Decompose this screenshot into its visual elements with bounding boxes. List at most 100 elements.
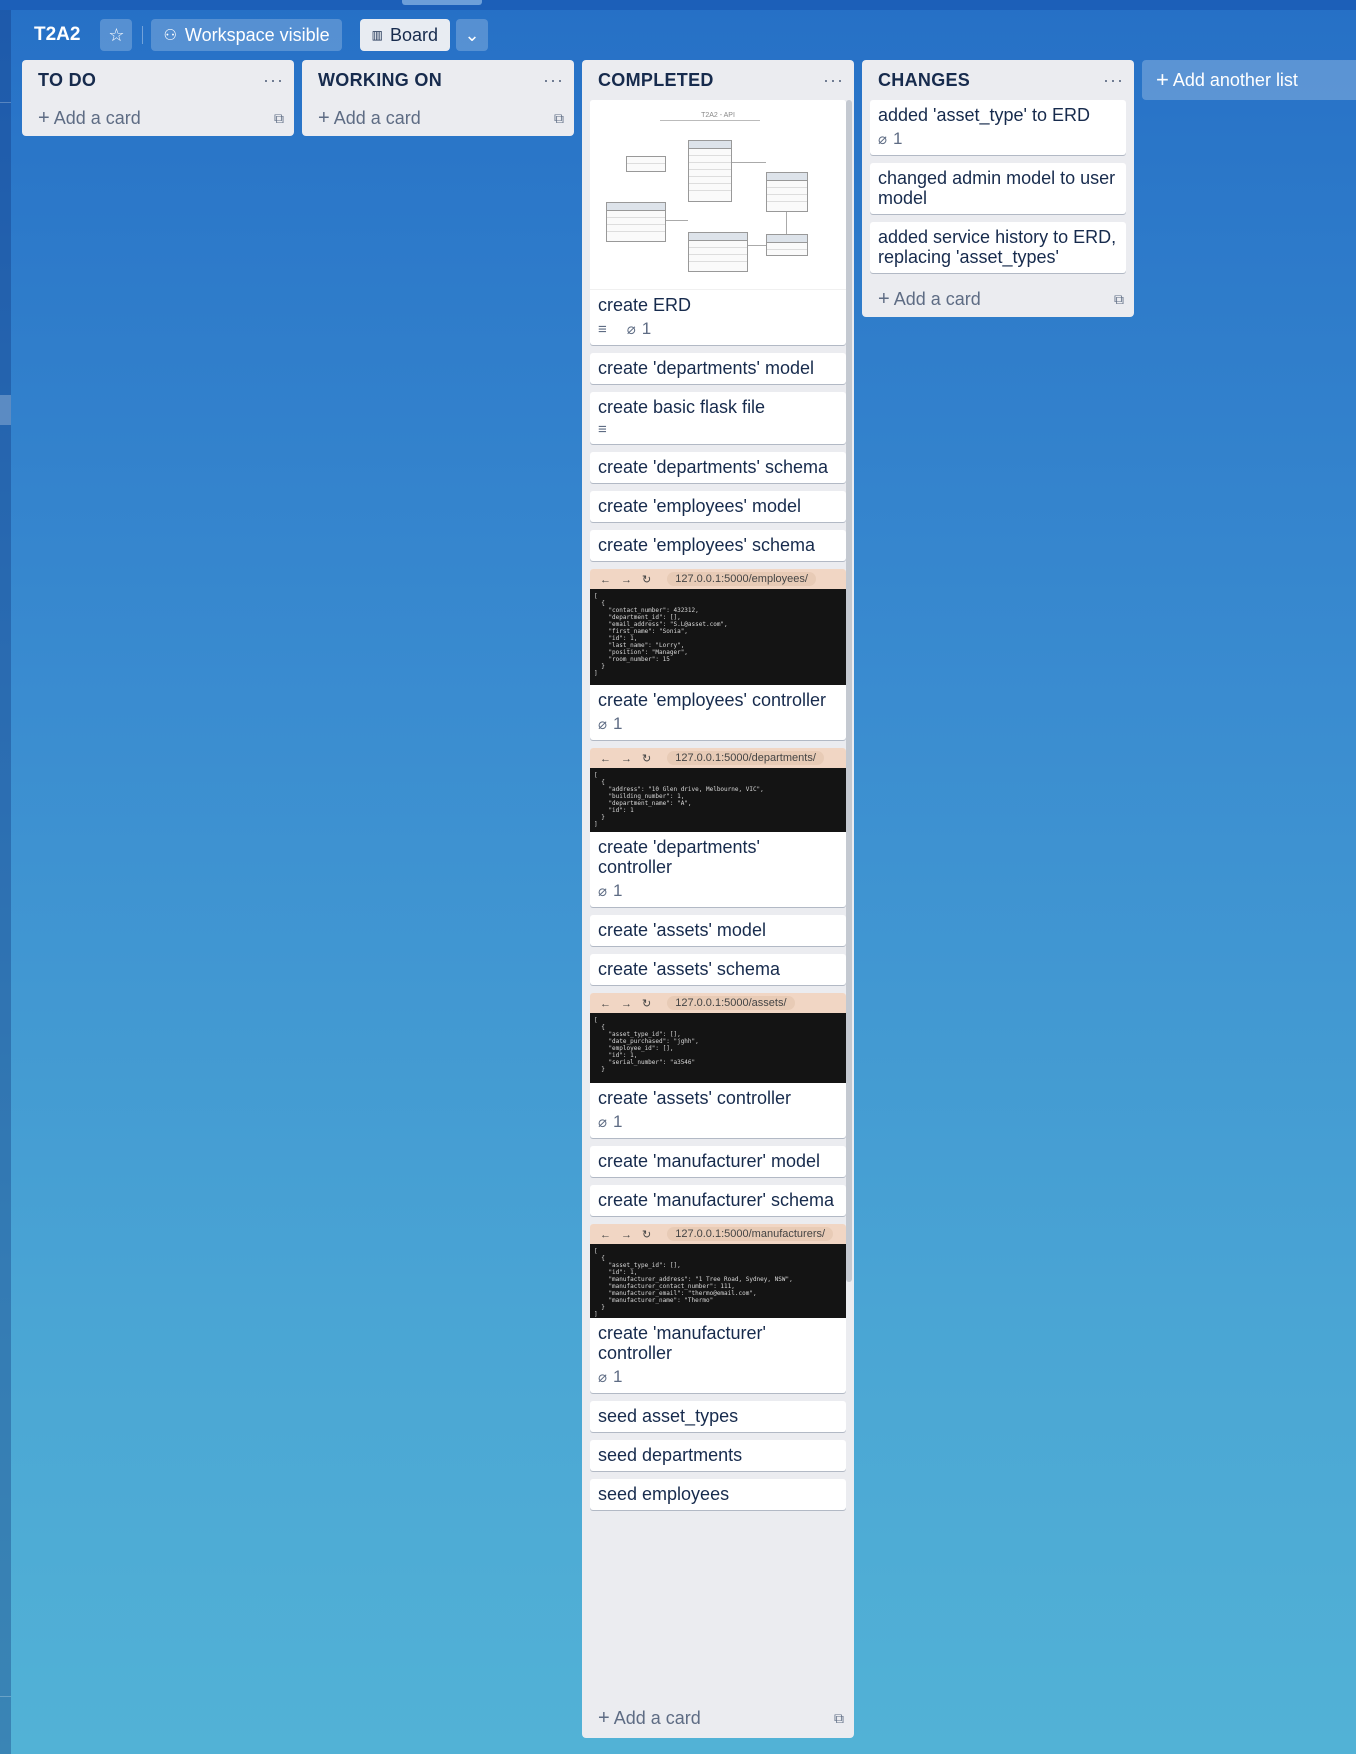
add-another-list-button[interactable]: + Add another list bbox=[1142, 60, 1356, 100]
card-create-manufacturer-controller[interactable]: ←→↻ 127.0.0.1:5000/manufacturers/ [ { "as… bbox=[590, 1224, 846, 1393]
card-title: added 'asset_type' to ERD bbox=[878, 105, 1091, 125]
card-cover-screenshot: ←→↻ 127.0.0.1:5000/manufacturers/ [ { "as… bbox=[590, 1224, 846, 1318]
list-working-on: WORKING ON ··· + Add a card ⧉ bbox=[302, 60, 574, 136]
card-create-manufacturer-model[interactable]: create 'manufacturer' model bbox=[590, 1146, 846, 1177]
list-to-do: TO DO ··· + Add a card ⧉ bbox=[22, 60, 294, 136]
cover-json-output: [ { "address": "10 Glen drive, Melbourne… bbox=[590, 768, 846, 832]
card-seed-departments[interactable]: seed departments bbox=[590, 1440, 846, 1471]
list-title[interactable]: COMPLETED bbox=[598, 70, 714, 91]
list-title[interactable]: WORKING ON bbox=[318, 70, 442, 91]
add-card-button[interactable]: + Add a card ⧉ bbox=[22, 100, 294, 136]
cover-url: 127.0.0.1:5000/employees/ bbox=[667, 572, 816, 586]
card-cover-erd-diagram: T2A2 - API bbox=[590, 100, 846, 290]
list-completed: COMPLETED ··· T2A2 - API create ERD ≡ ⌀ … bbox=[582, 60, 854, 1738]
ellipsis-icon[interactable]: ··· bbox=[263, 70, 284, 91]
card-create-employees-model[interactable]: create 'employees' model bbox=[590, 491, 846, 522]
card-title: create ERD bbox=[598, 295, 692, 315]
description-icon: ≡ bbox=[598, 320, 607, 338]
card-changed-admin-model[interactable]: changed admin model to user model bbox=[870, 163, 1126, 214]
description-badge: ≡ bbox=[598, 421, 613, 438]
board-title[interactable]: T2A2 bbox=[22, 18, 92, 52]
card-title: create 'departments' model bbox=[598, 358, 814, 378]
sidebar-collapsed[interactable] bbox=[0, 10, 11, 1754]
star-button[interactable]: ☆ bbox=[100, 19, 133, 51]
ellipsis-icon[interactable]: ··· bbox=[823, 70, 844, 91]
card-create-departments-model[interactable]: create 'departments' model bbox=[590, 353, 846, 384]
description-icon: ≡ bbox=[598, 421, 607, 438]
add-card-label: Add a card bbox=[333, 107, 421, 128]
paperclip-icon: ⌀ bbox=[598, 883, 608, 900]
card-create-basic-flask-file[interactable]: create basic flask file ≡ bbox=[590, 392, 846, 444]
add-card-button[interactable]: + Add a card ⧉ bbox=[582, 1700, 854, 1736]
card-create-assets-schema[interactable]: create 'assets' schema bbox=[590, 954, 846, 985]
card-added-asset-type[interactable]: added 'asset_type' to ERD ⌀ 1 bbox=[870, 100, 1126, 155]
card-template-icon[interactable]: ⧉ bbox=[1114, 291, 1124, 308]
card-template-icon[interactable]: ⧉ bbox=[554, 110, 564, 127]
card-create-assets-model[interactable]: create 'assets' model bbox=[590, 915, 846, 946]
attachment-count: 1 bbox=[613, 881, 623, 900]
add-card-label: Add a card bbox=[53, 107, 141, 128]
attachment-badge: ⌀ 1 bbox=[878, 129, 903, 149]
add-card-button[interactable]: + Add a card ⧉ bbox=[302, 100, 574, 136]
attachment-badge: ⌀ 1 bbox=[598, 1367, 623, 1387]
card-title: create 'assets' controller bbox=[598, 1088, 791, 1108]
card-create-employees-controller[interactable]: ←→↻ 127.0.0.1:5000/employees/ [ { "contac… bbox=[590, 569, 846, 740]
top-tab-marker bbox=[402, 0, 482, 5]
list-scrollbar[interactable] bbox=[846, 100, 852, 1282]
visibility-label: Workspace visible bbox=[184, 24, 330, 45]
card-seed-asset-types[interactable]: seed asset_types bbox=[590, 1401, 846, 1432]
paperclip-icon: ⌀ bbox=[878, 131, 888, 148]
attachment-count: 1 bbox=[613, 1367, 623, 1386]
card-cover-screenshot: ←→↻ 127.0.0.1:5000/assets/ [ { "asset_typ… bbox=[590, 993, 846, 1083]
card-create-employees-schema[interactable]: create 'employees' schema bbox=[590, 530, 846, 561]
card-added-service-history[interactable]: added service history to ERD, replacing … bbox=[870, 222, 1126, 273]
add-card-label: Add a card bbox=[613, 1707, 701, 1728]
card-title: changed admin model to user model bbox=[878, 168, 1116, 208]
description-badge: ≡ bbox=[598, 321, 613, 338]
list-title[interactable]: CHANGES bbox=[878, 70, 970, 91]
view-switcher-button[interactable]: ⌄ bbox=[456, 19, 489, 51]
list-header: CHANGES ··· bbox=[862, 60, 1134, 100]
visibility-button[interactable]: ⚇ Workspace visible bbox=[151, 19, 342, 51]
add-card-button[interactable]: + Add a card ⧉ bbox=[862, 281, 1134, 317]
card-create-departments-schema[interactable]: create 'departments' schema bbox=[590, 452, 846, 483]
card-template-icon[interactable]: ⧉ bbox=[274, 110, 284, 127]
add-list-label: Add another list bbox=[1172, 69, 1298, 90]
cover-url: 127.0.0.1:5000/manufacturers/ bbox=[667, 1227, 834, 1241]
plus-icon: + bbox=[38, 106, 50, 129]
card-create-assets-controller[interactable]: ←→↻ 127.0.0.1:5000/assets/ [ { "asset_typ… bbox=[590, 993, 846, 1138]
list-title[interactable]: TO DO bbox=[38, 70, 96, 91]
board-view-button[interactable]: ▥ Board bbox=[359, 19, 451, 51]
plus-icon: + bbox=[878, 287, 890, 310]
card-title: seed employees bbox=[598, 1484, 730, 1504]
card-seed-employees[interactable]: seed employees bbox=[590, 1479, 846, 1510]
ellipsis-icon[interactable]: ··· bbox=[1103, 70, 1124, 91]
card-create-departments-controller[interactable]: ←→↻ 127.0.0.1:5000/departments/ [ { "addr… bbox=[590, 748, 846, 907]
paperclip-icon: ⌀ bbox=[626, 321, 636, 338]
list-header: TO DO ··· bbox=[22, 60, 294, 100]
ellipsis-icon[interactable]: ··· bbox=[543, 70, 564, 91]
cover-json-output: [ { "asset_type_id": [], "id": 1, "manuf… bbox=[590, 1244, 846, 1318]
top-navigation-strip bbox=[0, 0, 1356, 10]
card-title: create basic flask file bbox=[598, 397, 766, 417]
card-create-erd[interactable]: T2A2 - API create ERD ≡ ⌀ 1 bbox=[590, 100, 846, 345]
card-title: added service history to ERD, replacing … bbox=[878, 227, 1117, 267]
card-create-manufacturer-schema[interactable]: create 'manufacturer' schema bbox=[590, 1185, 846, 1216]
card-title: create 'employees' schema bbox=[598, 535, 815, 555]
card-title: create 'assets' model bbox=[598, 920, 766, 940]
card-template-icon[interactable]: ⧉ bbox=[834, 1710, 844, 1727]
card-title: create 'assets' schema bbox=[598, 959, 780, 979]
attachment-count: 1 bbox=[893, 129, 903, 148]
attachment-count: 1 bbox=[613, 714, 623, 733]
attachment-badge: ⌀ 1 bbox=[627, 319, 652, 339]
card-cover-screenshot: ←→↻ 127.0.0.1:5000/departments/ [ { "addr… bbox=[590, 748, 846, 832]
attachment-count: 1 bbox=[613, 1112, 623, 1131]
paperclip-icon: ⌀ bbox=[598, 716, 608, 733]
cover-json-output: [ { "contact_number": 432312, "departmen… bbox=[590, 589, 846, 685]
card-title: seed departments bbox=[598, 1445, 743, 1465]
plus-icon: + bbox=[1156, 67, 1169, 92]
attachment-count: 1 bbox=[641, 319, 652, 338]
card-cover-screenshot: ←→↻ 127.0.0.1:5000/employees/ [ { "contac… bbox=[590, 569, 846, 685]
card-title: create 'departments' controller bbox=[598, 837, 760, 877]
cover-json-output: [ { "asset_type_id": [], "date_purchased… bbox=[590, 1013, 846, 1083]
